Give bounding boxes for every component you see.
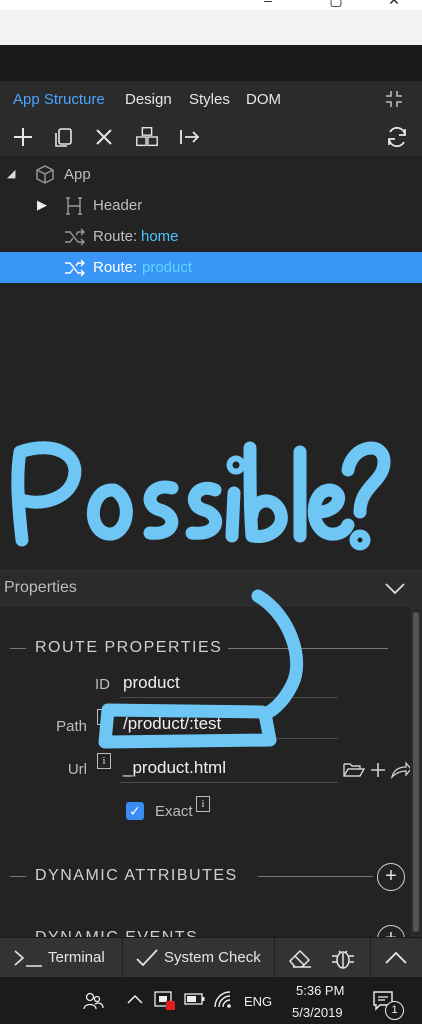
panel-gap	[0, 45, 422, 81]
add-icon[interactable]	[10, 124, 36, 150]
terminal-icon	[14, 950, 42, 967]
tree-item-app[interactable]: ◢ App	[0, 159, 422, 190]
section-divider	[10, 876, 26, 877]
terminal-button[interactable]: Terminal	[0, 938, 122, 978]
show-hidden-icons-chevron-icon[interactable]	[126, 993, 144, 1005]
collapse-panel-icon[interactable]	[384, 89, 404, 109]
tab-app-structure[interactable]: App Structure	[13, 91, 105, 108]
path-label: Path	[56, 718, 87, 735]
id-label: ID	[95, 676, 110, 693]
windows-taskbar: ENG 5:36 PM 5/3/2019 1	[0, 977, 422, 1024]
tree-item-route-home[interactable]: Route: home	[0, 221, 422, 252]
tab-dom[interactable]: DOM	[246, 91, 281, 108]
separator	[274, 938, 275, 978]
folder-open-icon[interactable]	[342, 761, 366, 779]
properties-title: Properties	[4, 579, 77, 596]
tab-design[interactable]: Design	[125, 91, 172, 108]
delete-icon[interactable]	[91, 124, 117, 150]
eraser-icon[interactable]	[287, 947, 313, 969]
route-shuffle-icon	[65, 228, 85, 246]
add-attribute-button[interactable]: +	[377, 863, 405, 891]
window-titlebar: – ▢ ✕	[0, 0, 422, 10]
tree-label-prefix: Route:	[93, 228, 138, 245]
info-icon[interactable]: i	[196, 796, 210, 812]
system-check-button[interactable]: System Check	[123, 938, 273, 978]
panel-tabs: App Structure Design Styles DOM	[0, 81, 422, 118]
language-indicator[interactable]: ENG	[244, 994, 272, 1009]
tab-styles[interactable]: Styles	[189, 91, 230, 108]
route-properties-title: ROUTE PROPERTIES	[35, 639, 223, 656]
add-link-icon[interactable]	[369, 761, 387, 779]
collapsed-triangle-icon[interactable]: ▶	[37, 197, 47, 213]
url-field[interactable]: _product.html	[123, 758, 226, 778]
components-icon[interactable]	[134, 124, 160, 150]
tree-label-route: product	[142, 259, 193, 276]
scrollbar-thumb[interactable]	[413, 612, 419, 932]
tree-label-route: home	[141, 228, 179, 245]
bug-icon[interactable]	[330, 945, 356, 971]
share-arrow-icon[interactable]	[390, 761, 412, 779]
chevron-up-icon[interactable]	[384, 949, 408, 967]
exact-label: Exact	[155, 803, 193, 820]
terminal-label: Terminal	[48, 949, 105, 966]
wifi-icon[interactable]	[213, 990, 235, 1010]
clock-date[interactable]: 5/3/2019	[292, 1005, 343, 1020]
tree-label: Header	[93, 197, 143, 214]
duplicate-icon[interactable]	[51, 124, 77, 150]
clock-time[interactable]: 5:36 PM	[296, 983, 344, 998]
separator	[370, 938, 371, 978]
id-underline	[120, 697, 338, 698]
url-label: Url	[67, 761, 87, 778]
section-divider	[10, 648, 26, 649]
system-check-label: System Check	[164, 949, 261, 966]
people-icon[interactable]	[82, 990, 104, 1012]
path-field[interactable]: /product/:test	[123, 714, 221, 734]
info-icon[interactable]: i	[97, 709, 111, 725]
section-divider	[258, 876, 373, 877]
refresh-icon[interactable]	[384, 124, 410, 150]
tree-label: App	[64, 166, 91, 183]
dynamic-attributes-title: DYNAMIC ATTRIBUTES	[35, 867, 238, 884]
route-shuffle-icon	[65, 259, 85, 277]
app-cube-icon	[36, 165, 54, 184]
move-out-icon[interactable]	[177, 124, 203, 150]
structure-tree: ◢ App ▶ Header Route: home Route: produc…	[0, 157, 422, 567]
structure-toolbar	[0, 118, 422, 157]
url-underline	[120, 782, 338, 783]
battery-icon[interactable]	[184, 992, 206, 1006]
properties-header[interactable]: Properties	[0, 569, 422, 607]
notification-badge: 1	[385, 1001, 404, 1020]
heading-icon	[66, 197, 82, 215]
tree-label-prefix: Route:	[93, 259, 138, 276]
chevron-down-icon[interactable]	[384, 579, 406, 597]
restore-icon[interactable]: ▢	[326, 0, 346, 8]
bottom-bar: Terminal System Check	[0, 937, 422, 978]
tree-item-route-product[interactable]: Route: product	[0, 252, 422, 283]
minimize-icon[interactable]: –	[258, 0, 278, 8]
close-window-icon[interactable]: ✕	[384, 0, 404, 8]
path-underline	[120, 738, 338, 739]
check-icon	[136, 949, 158, 967]
window-chrome-strip	[0, 10, 422, 45]
expanded-triangle-icon[interactable]: ◢	[7, 167, 15, 180]
id-field[interactable]: product	[123, 673, 180, 693]
tree-item-header[interactable]: ▶ Header	[0, 190, 422, 221]
section-divider	[228, 648, 388, 649]
info-icon[interactable]: i	[97, 753, 111, 769]
properties-panel: ROUTE PROPERTIES ID product Path i /prod…	[0, 607, 412, 953]
security-alert-icon[interactable]	[153, 989, 177, 1011]
exact-checkbox[interactable]: ✓	[126, 802, 144, 820]
